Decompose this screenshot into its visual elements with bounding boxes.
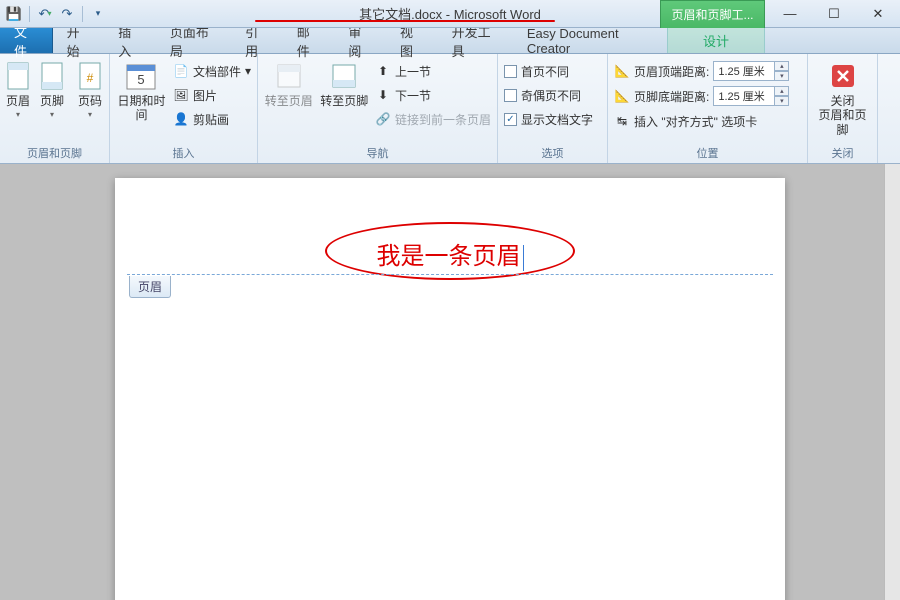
redo-button[interactable]: ↷: [57, 4, 77, 24]
tab-mailings[interactable]: 邮件: [283, 28, 335, 53]
ribbon: 页眉▾ 页脚▾ # 页码▾ 页眉和页脚 5 日期和时间 📄文档部件 ▾ 🖼图片 …: [0, 54, 900, 164]
goto-header-icon: [273, 60, 305, 92]
group-close: 关闭 页眉和页脚 关闭: [808, 54, 878, 163]
header-text[interactable]: 我是一条页眉: [115, 236, 785, 271]
header-button[interactable]: 页眉▾: [6, 58, 30, 120]
group-label: 导航: [264, 143, 491, 161]
close-icon: [827, 60, 859, 92]
link-icon: 🔗: [375, 111, 391, 127]
picture-icon: 🖼: [173, 87, 189, 103]
tab-layout[interactable]: 页面布局: [156, 28, 231, 53]
document-workspace: 我是一条页眉 页眉: [0, 164, 900, 600]
group-options: 首页不同 奇偶页不同 ✓显示文档文字 选项: [498, 54, 608, 163]
checkbox-icon: [504, 89, 517, 102]
close-header-footer-button[interactable]: 关闭 页眉和页脚: [814, 58, 871, 137]
footer-icon: [36, 60, 68, 92]
insert-alignment-tab-button[interactable]: ↹插入 "对齐方式" 选项卡: [614, 110, 789, 132]
spinner[interactable]: ▴▾: [775, 61, 789, 81]
different-first-checkbox[interactable]: 首页不同: [504, 60, 593, 82]
checkbox-icon: [504, 65, 517, 78]
group-insert: 5 日期和时间 📄文档部件 ▾ 🖼图片 👤剪贴画 插入: [110, 54, 258, 163]
group-label: 选项: [504, 143, 601, 161]
annotation-underline: [255, 20, 555, 22]
different-odd-even-checkbox[interactable]: 奇偶页不同: [504, 84, 593, 106]
svg-text:#: #: [87, 71, 94, 85]
svg-text:5: 5: [138, 72, 145, 87]
tab-view[interactable]: 视图: [386, 28, 438, 53]
qat-customize[interactable]: ▾: [88, 4, 108, 24]
align-tab-icon: ↹: [614, 113, 630, 129]
group-position: 📐 页眉顶端距离: 1.25 厘米▴▾ 📐 页脚底端距离: 1.25 厘米▴▾ …: [608, 54, 808, 163]
tab-review[interactable]: 审阅: [334, 28, 386, 53]
undo-button[interactable]: ↶▾: [35, 4, 55, 24]
group-label: 页眉和页脚: [6, 143, 103, 161]
footer-distance-field[interactable]: 1.25 厘米: [713, 86, 775, 106]
group-header-footer: 页眉▾ 页脚▾ # 页码▾ 页眉和页脚: [0, 54, 110, 163]
spinner[interactable]: ▴▾: [775, 86, 789, 106]
vertical-scrollbar[interactable]: [884, 164, 900, 600]
doc-parts-button[interactable]: 📄文档部件 ▾: [173, 60, 251, 82]
header-area-tag: 页眉: [129, 276, 171, 298]
top-distance-icon: 📐: [614, 63, 630, 79]
parts-icon: 📄: [173, 63, 189, 79]
minimize-button[interactable]: —: [768, 0, 812, 28]
goto-footer-icon: [328, 60, 360, 92]
header-top-distance[interactable]: 📐 页眉顶端距离: 1.25 厘米▴▾: [614, 60, 789, 82]
goto-footer-button[interactable]: 转至页脚: [319, 58, 368, 108]
group-label: 位置: [614, 143, 801, 161]
clipart-icon: 👤: [173, 111, 189, 127]
pagenum-icon: #: [74, 60, 106, 92]
bottom-distance-icon: 📐: [614, 88, 630, 104]
next-icon: ⬇: [375, 87, 391, 103]
text-cursor: [523, 245, 524, 271]
tab-references[interactable]: 引用: [231, 28, 283, 53]
goto-header-button[interactable]: 转至页眉: [264, 58, 313, 108]
tab-home[interactable]: 开始: [53, 28, 105, 53]
close-window-button[interactable]: ✕: [856, 0, 900, 28]
tab-file[interactable]: 文件: [0, 28, 53, 53]
group-label: 关闭: [814, 143, 871, 161]
next-section-button[interactable]: ⬇下一节: [375, 84, 491, 106]
checkbox-icon: ✓: [504, 113, 517, 126]
footer-bottom-distance[interactable]: 📐 页脚底端距离: 1.25 厘米▴▾: [614, 85, 789, 107]
document-page[interactable]: 我是一条页眉 页眉: [115, 178, 785, 600]
calendar-icon: 5: [125, 60, 157, 92]
picture-button[interactable]: 🖼图片: [173, 84, 251, 106]
maximize-button[interactable]: ☐: [812, 0, 856, 28]
tab-design-context[interactable]: 设计: [667, 28, 765, 53]
title-bar: 💾 ↶▾ ↷ ▾ 其它文档.docx - Microsoft Word 页眉和页…: [0, 0, 900, 28]
page-number-button[interactable]: # 页码▾: [74, 58, 106, 120]
qat-separator: [82, 6, 83, 22]
prev-section-button[interactable]: ⬆上一节: [375, 60, 491, 82]
prev-icon: ⬆: [375, 63, 391, 79]
tab-developer[interactable]: 开发工具: [438, 28, 513, 53]
tab-easy-doc[interactable]: Easy Document Creator: [513, 28, 667, 53]
footer-button[interactable]: 页脚▾: [36, 58, 68, 120]
window-controls: — ☐ ✕: [768, 0, 900, 28]
header-boundary-line: [127, 274, 773, 275]
quick-access-toolbar: 💾 ↶▾ ↷ ▾: [0, 4, 108, 24]
clipart-button[interactable]: 👤剪贴画: [173, 108, 251, 130]
link-previous-button: 🔗链接到前一条页眉: [375, 108, 491, 130]
save-button[interactable]: 💾: [4, 4, 24, 24]
datetime-button[interactable]: 5 日期和时间: [116, 58, 167, 123]
group-label: 插入: [116, 143, 251, 161]
group-navigation: 转至页眉 转至页脚 ⬆上一节 ⬇下一节 🔗链接到前一条页眉 导航: [258, 54, 498, 163]
qat-separator: [29, 6, 30, 22]
header-distance-field[interactable]: 1.25 厘米: [713, 61, 775, 81]
header-icon: [2, 60, 34, 92]
tab-insert[interactable]: 插入: [104, 28, 156, 53]
show-document-text-checkbox[interactable]: ✓显示文档文字: [504, 108, 593, 130]
context-tab-group-label: 页眉和页脚工...: [660, 0, 765, 28]
ribbon-tabs: 文件 开始 插入 页面布局 引用 邮件 审阅 视图 开发工具 Easy Docu…: [0, 28, 900, 54]
